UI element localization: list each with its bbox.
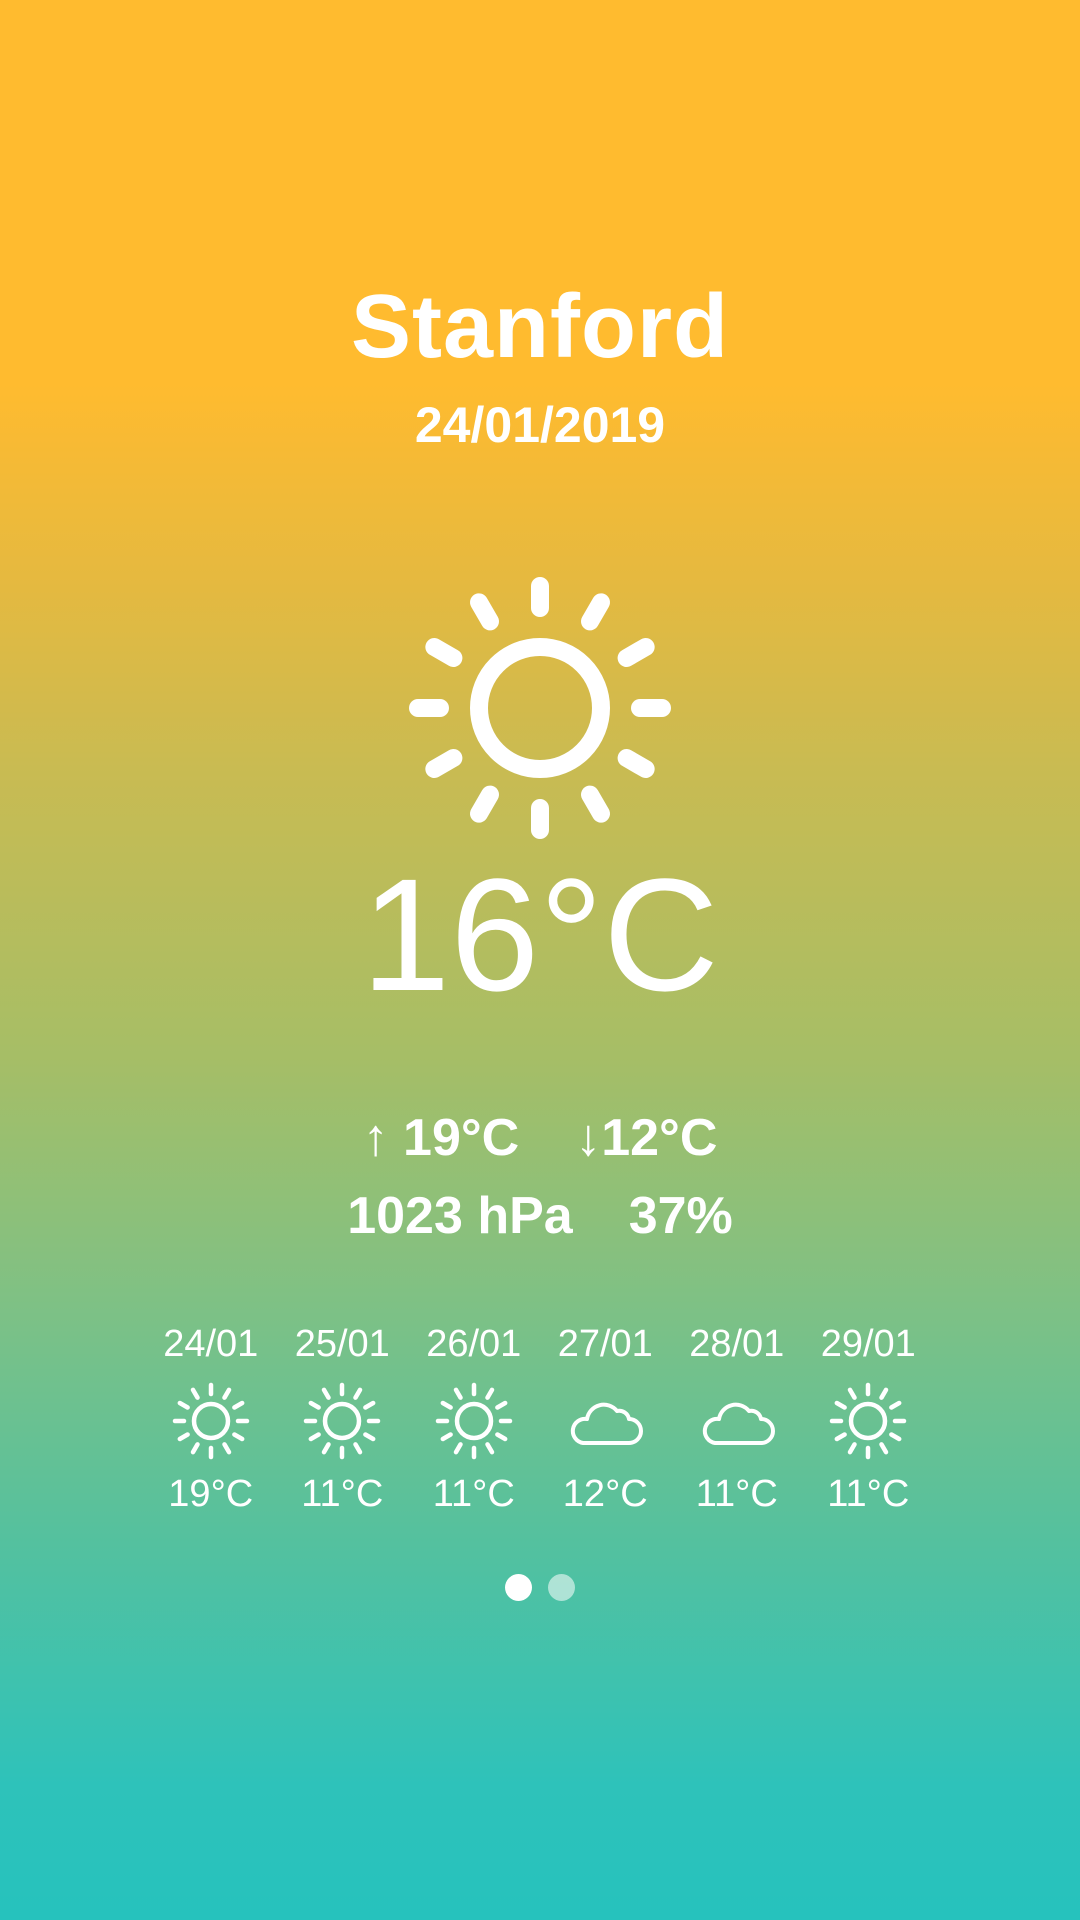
forecast-date: 28/01 xyxy=(689,1323,785,1365)
forecast-temp: 12°C xyxy=(562,1473,648,1515)
page-dot-2[interactable] xyxy=(548,1574,575,1601)
forecast-day: 29/01 11°C xyxy=(803,1325,935,1525)
forecast-date: 25/01 xyxy=(294,1323,390,1365)
forecast-day: 27/01 12°C xyxy=(540,1325,672,1525)
city-name: Stanford xyxy=(351,277,729,377)
forecast-temp: 11°C xyxy=(432,1473,515,1515)
forecast-date: 29/01 xyxy=(820,1323,916,1365)
forecast-date: 26/01 xyxy=(426,1323,522,1365)
cloud-icon xyxy=(702,1402,775,1445)
forecast-day: 26/01 11°C xyxy=(408,1325,540,1525)
forecast-temp: 19°C xyxy=(168,1473,254,1515)
current-temperature: 16°C xyxy=(361,845,719,1024)
sun-icon xyxy=(830,1382,907,1460)
current-date: 24/01/2019 xyxy=(414,397,666,453)
page-dot-1[interactable] xyxy=(505,1574,532,1601)
forecast-date: 24/01 xyxy=(163,1323,259,1365)
forecast-temp: 11°C xyxy=(827,1473,910,1515)
pressure-humidity-row: 1023 hPa 37% xyxy=(0,1190,1080,1242)
page-indicator xyxy=(0,1574,1080,1601)
high-temperature: ↑ 19°C xyxy=(362,1109,520,1167)
forecast-day: 24/01 19°C xyxy=(145,1325,277,1525)
sun-icon xyxy=(435,1382,512,1460)
high-low-row: ↑ 19°C ↓12°C xyxy=(0,1112,1080,1164)
pressure-value: 1023 hPa xyxy=(347,1187,573,1245)
humidity-value: 37% xyxy=(628,1187,733,1245)
forecast-day: 25/01 11°C xyxy=(277,1325,409,1525)
forecast-temp: 11°C xyxy=(695,1473,778,1515)
forecast-row: 24/01 19°C 25/01 11°C 26/01 11°C 27/01 1… xyxy=(145,1325,935,1525)
sun-icon xyxy=(172,1382,249,1460)
sun-icon xyxy=(409,577,671,839)
forecast-day: 28/01 11°C xyxy=(671,1325,803,1525)
cloud-icon xyxy=(571,1402,644,1445)
forecast-temp: 11°C xyxy=(301,1473,384,1515)
sun-icon xyxy=(304,1382,381,1460)
forecast-date: 27/01 xyxy=(557,1323,653,1365)
low-temperature: ↓12°C xyxy=(575,1109,718,1167)
